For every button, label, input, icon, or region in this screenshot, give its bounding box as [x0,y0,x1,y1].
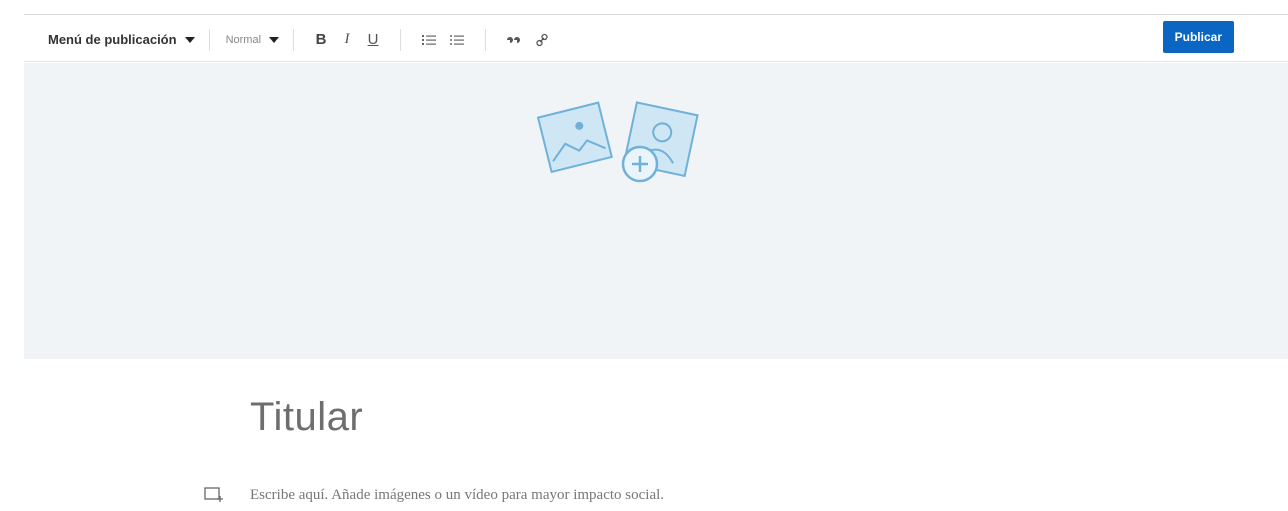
text-style-label: Normal [225,33,262,46]
bold-button[interactable]: B [308,31,334,48]
text-style-dropdown[interactable]: Normal [224,33,280,46]
top-divider [24,14,1288,15]
bulleted-list-icon [450,34,465,45]
editor-toolbar: Menú de publicación Normal B I U Publica… [24,18,1288,62]
body-editor[interactable]: Escribe aquí. Añade imágenes o un vídeo … [204,486,664,504]
underline-button[interactable]: U [360,31,386,48]
quote-button[interactable] [500,26,528,54]
numbered-list-button[interactable] [415,26,443,54]
toolbar-separator [400,28,402,51]
add-circle-icon [621,145,659,183]
landscape-image-icon [536,101,613,174]
bulleted-list-button[interactable] [443,26,471,54]
publication-menu-label: Menú de publicación [48,32,177,47]
publication-menu-dropdown[interactable]: Menú de publicación [48,32,195,47]
toolbar-separator [208,28,210,51]
publish-button[interactable]: Publicar [1162,21,1234,53]
add-cover-image-icon[interactable] [532,98,700,188]
link-button[interactable] [528,26,556,54]
italic-button[interactable]: I [334,31,360,48]
numbered-list-icon [422,34,437,45]
toolbar-separator [293,28,295,51]
toolbar-separator [485,28,487,51]
headline-input[interactable]: Titular [250,395,363,440]
quote-icon [507,36,521,44]
body-placeholder: Escribe aquí. Añade imágenes o un vídeo … [250,486,665,503]
insert-media-icon[interactable] [204,486,224,504]
caret-down-icon [269,36,280,43]
caret-down-icon [184,36,195,43]
link-icon [536,33,548,46]
